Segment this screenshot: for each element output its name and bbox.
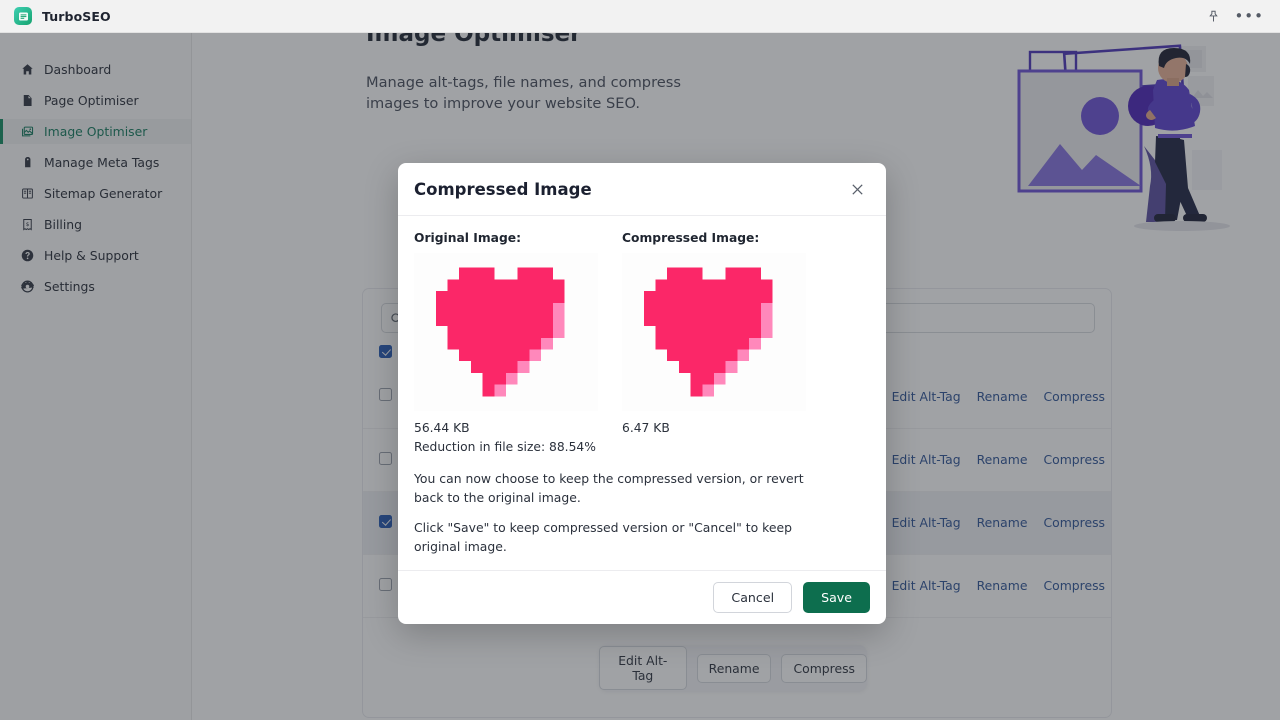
- original-image-label: Original Image:: [414, 231, 522, 245]
- size-reduction-text: Reduction in file size: 88.54%: [414, 440, 596, 454]
- compressed-image-label: Compressed Image:: [622, 231, 760, 245]
- modal-header: Compressed Image: [398, 163, 886, 216]
- modal-title: Compressed Image: [414, 179, 592, 199]
- compressed-image-modal: Compressed Image Original Image: 56.44 K…: [398, 163, 886, 625]
- modal-paragraph-1: You can now choose to keep the compresse…: [414, 471, 804, 505]
- compressed-image-preview: [622, 253, 806, 411]
- original-image-preview: [414, 253, 598, 411]
- save-button[interactable]: Save: [803, 582, 870, 614]
- modal-footer: Cancel Save: [398, 570, 886, 624]
- app-logo: [14, 7, 32, 25]
- app-name: TurboSEO: [42, 8, 111, 24]
- original-file-size: 56.44 KB: [414, 421, 470, 435]
- cancel-button[interactable]: Cancel: [713, 582, 793, 614]
- ellipsis-icon[interactable]: •••: [1234, 9, 1264, 24]
- window-titlebar: TurboSEO •••: [0, 0, 1280, 33]
- modal-body: Original Image: 56.44 KB Reduction in fi…: [398, 216, 886, 570]
- compressed-image-column: Compressed Image: 6.47 KB: [622, 231, 806, 454]
- pin-icon[interactable]: [1207, 10, 1220, 23]
- close-icon[interactable]: [846, 178, 868, 200]
- modal-paragraph-2: Click "Save" to keep compressed version …: [414, 520, 792, 554]
- compressed-file-size: 6.47 KB: [622, 421, 670, 435]
- original-image-column: Original Image: 56.44 KB Reduction in fi…: [414, 231, 598, 454]
